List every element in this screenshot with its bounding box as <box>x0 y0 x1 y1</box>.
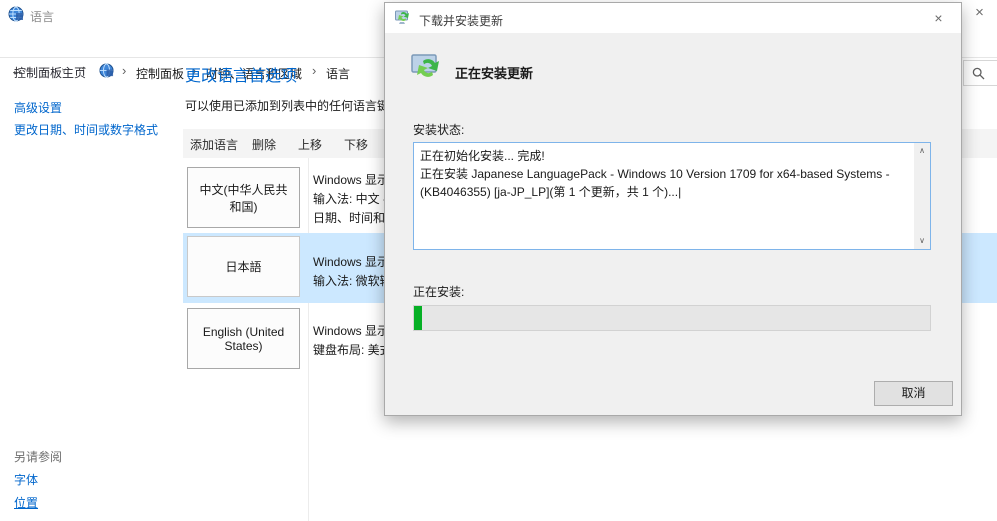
language-detail: 键盘布局: 美式 <box>313 341 392 360</box>
remove-button[interactable]: 删除 <box>252 136 276 153</box>
language-detail: Windows 显示 <box>313 322 389 341</box>
breadcrumb-separator: › <box>312 63 316 78</box>
sidebar-item-change-date-time-formats[interactable]: 更改日期、时间或数字格式 <box>14 121 158 138</box>
language-detail: Windows 显示 <box>313 171 389 190</box>
install-progress-bar <box>413 305 931 331</box>
status-log-line: (KB4046355) [ja-JP_LP](第 1 个更新，共 1 个)...… <box>420 183 910 201</box>
installing-updates-heading: 正在安装更新 <box>455 63 533 82</box>
see-also-heading: 另请参阅 <box>14 448 62 465</box>
language-detail: 输入法: 中文 - <box>313 190 387 209</box>
search-icon <box>972 67 985 80</box>
breadcrumb-control-panel[interactable]: 控制面板 <box>136 65 184 82</box>
language-detail: 日期、时间和 <box>313 209 385 228</box>
dialog-close-button[interactable]: × <box>916 4 961 32</box>
install-status-label: 安装状态: <box>413 121 464 138</box>
language-name-box[interactable]: 中文(中华人民共和国) <box>187 167 300 228</box>
sidebar-item-fonts[interactable]: 字体 <box>14 471 38 488</box>
status-log-text: 正在初始化安装... 完成! 正在安装 Japanese LanguagePac… <box>420 147 910 201</box>
install-status-log[interactable]: 正在初始化安装... 完成! 正在安装 Japanese LanguagePac… <box>413 142 931 250</box>
sidebar-item-control-panel-home[interactable]: 控制面板主页 <box>14 64 86 81</box>
language-detail: 输入法: 微软输 <box>313 272 392 291</box>
add-language-button[interactable]: 添加语言 <box>190 136 238 153</box>
status-log-line: 正在安装 Japanese LanguagePack - Windows 10 … <box>420 165 910 183</box>
page-title: 更改语言首选项 <box>185 62 297 86</box>
sidebar-item-location[interactable]: 位置 <box>14 494 38 511</box>
window-title: 语言 <box>30 8 54 25</box>
sidebar-item-advanced-settings[interactable]: 高级设置 <box>14 99 62 116</box>
move-up-button[interactable]: 上移 <box>298 136 322 153</box>
move-down-button[interactable]: 下移 <box>344 136 368 153</box>
scroll-up-icon[interactable]: ∧ <box>914 143 930 159</box>
breadcrumb-language[interactable]: 语言 <box>326 65 350 82</box>
progress-fill <box>414 306 422 330</box>
dialog-title: 下载并安装更新 <box>419 12 503 29</box>
breadcrumb-globe-icon <box>99 63 114 78</box>
dialog-titlebar: 下载并安装更新 × <box>385 3 961 33</box>
installing-updates-icon <box>411 51 445 81</box>
status-log-line: 正在初始化安装... 完成! <box>420 147 910 165</box>
installing-label: 正在安装: <box>413 283 464 300</box>
scroll-down-icon[interactable]: ∨ <box>914 233 930 249</box>
window-close-button[interactable]: × <box>962 0 997 26</box>
log-scrollbar[interactable]: ∧ ∨ <box>914 143 930 249</box>
language-name-box[interactable]: 日本語 <box>187 236 300 297</box>
language-detail: Windows 显示 <box>313 253 389 272</box>
language-name-box[interactable]: English (United States) <box>187 308 300 369</box>
screen: 语言 × ← → ∨ ↑ › 控制面板 › 时钟、语言和区域 › 语言 <box>0 0 997 521</box>
windows-update-icon <box>395 10 412 25</box>
breadcrumb-separator: › <box>122 63 126 78</box>
cancel-button[interactable]: 取消 <box>874 381 953 406</box>
install-updates-dialog: 下载并安装更新 × 正在安装更新 安装状态: 正在初始化安装... 完成! 正在… <box>384 2 962 416</box>
language-globe-icon <box>8 6 24 22</box>
